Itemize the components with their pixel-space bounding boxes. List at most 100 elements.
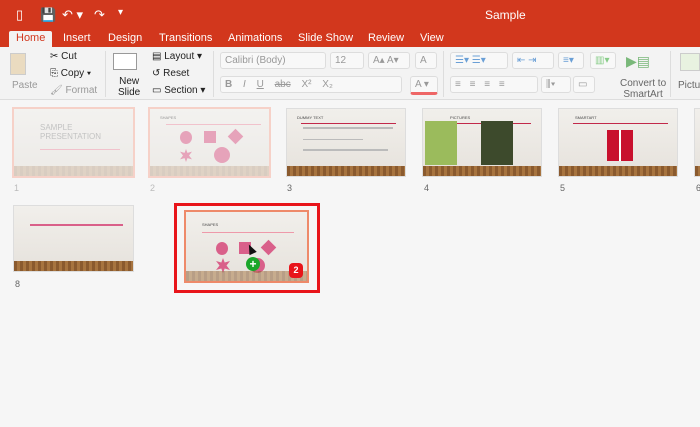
save-icon[interactable]: 💾 bbox=[40, 7, 56, 23]
floor bbox=[559, 166, 677, 176]
tab-view[interactable]: View bbox=[420, 32, 444, 44]
tab-home[interactable]: Home bbox=[9, 31, 53, 47]
reset-label: Reset bbox=[163, 68, 190, 79]
font-grow-shrink[interactable]: A▴ A▾ bbox=[368, 52, 410, 69]
cut-button[interactable]: ✂ Cut bbox=[50, 51, 77, 62]
convert-smartart-button[interactable]: Convert to SmartArt bbox=[620, 78, 666, 100]
ribbon-tabs: Home Insert Design Transitions Animation… bbox=[0, 30, 700, 47]
tab-design[interactable]: Design bbox=[108, 32, 142, 44]
alignment-group[interactable]: ≡ ≡ ≡ ≡ bbox=[450, 76, 538, 93]
smartart-graphic bbox=[607, 130, 633, 161]
slide-title: PICTURES bbox=[450, 115, 471, 120]
body-text bbox=[303, 127, 393, 129]
floor bbox=[287, 166, 405, 176]
columns-button[interactable]: ▥▾ bbox=[590, 52, 616, 69]
superscript-button[interactable]: X² bbox=[302, 79, 312, 90]
bold-button[interactable]: B bbox=[225, 79, 232, 90]
square-shape bbox=[204, 131, 216, 143]
font-style-group[interactable]: B I U abc X² X₂ bbox=[220, 76, 402, 93]
font-color-button[interactable]: A ▾ bbox=[410, 76, 438, 95]
picture-icon bbox=[680, 53, 700, 71]
slide-title: SHAPES bbox=[160, 115, 177, 120]
title-underline bbox=[573, 123, 668, 124]
tab-transitions[interactable]: Transitions bbox=[159, 32, 212, 44]
floor bbox=[14, 166, 133, 176]
copy-label: Copy bbox=[60, 68, 85, 79]
tab-slide-show[interactable]: Slide Show bbox=[298, 32, 353, 44]
cut-label: Cut bbox=[61, 51, 77, 62]
undo-icon[interactable]: ↶ ▾ bbox=[62, 7, 83, 23]
tab-insert[interactable]: Insert bbox=[63, 32, 91, 44]
slide-thumbnail-3[interactable]: DUMMY TEXT bbox=[286, 108, 406, 177]
slide-title: SHAPES bbox=[202, 222, 219, 227]
slide-thumbnail-2[interactable]: SHAPES bbox=[148, 107, 271, 178]
layout-button[interactable]: ▤ Layout ▾ bbox=[152, 51, 202, 62]
new-slide-icon bbox=[113, 53, 137, 70]
reset-button[interactable]: ↺ Reset bbox=[152, 68, 189, 79]
align-text-button[interactable]: ▭ bbox=[573, 76, 595, 93]
title-underline bbox=[202, 232, 294, 233]
convert-label-2: SmartArt bbox=[623, 89, 663, 100]
picture-button[interactable]: Picture bbox=[678, 80, 700, 91]
smartart-icon: ▶▤ bbox=[626, 53, 650, 69]
body-text bbox=[303, 149, 388, 151]
new-slide-button[interactable]: New Slide bbox=[118, 76, 140, 98]
title-underline bbox=[301, 123, 396, 124]
bullets-numbering[interactable]: ☰▾ ☰▾ bbox=[450, 52, 508, 69]
indent-buttons[interactable]: ⇤ ⇥ bbox=[512, 52, 554, 69]
document-title: Sample bbox=[485, 8, 526, 22]
slide-number: 5 bbox=[560, 183, 566, 193]
format-painter-button[interactable]: 🖌 Format bbox=[50, 85, 97, 96]
slide-number: 2 bbox=[150, 183, 156, 193]
divider bbox=[213, 51, 214, 97]
copy-plus-icon: + bbox=[246, 257, 260, 271]
floor bbox=[150, 166, 269, 176]
floor bbox=[423, 166, 541, 176]
slide-thumbnail-6[interactable] bbox=[694, 108, 700, 177]
body-text bbox=[303, 139, 363, 140]
tab-review[interactable]: Review bbox=[368, 32, 404, 44]
starburst-shape bbox=[180, 149, 192, 162]
divider bbox=[670, 51, 671, 97]
picture-image bbox=[425, 121, 457, 165]
font-name-select[interactable]: Calibri (Body) bbox=[220, 52, 326, 69]
tab-animations[interactable]: Animations bbox=[228, 32, 282, 44]
floor bbox=[14, 261, 133, 271]
section-label: Section bbox=[164, 85, 198, 96]
diamond-shape bbox=[227, 128, 244, 145]
new-slide-label-2: Slide bbox=[118, 87, 141, 98]
title-bar: ▯ 💾 ↶ ▾ ↷ ▾ Sample bbox=[0, 0, 700, 30]
new-slide-label: New bbox=[119, 76, 140, 87]
line-spacing-button[interactable]: ≡▾ bbox=[558, 52, 584, 69]
italic-button[interactable]: I bbox=[243, 79, 246, 90]
title-underline bbox=[40, 149, 120, 150]
redo-icon[interactable]: ↷ bbox=[94, 7, 105, 23]
customize-icon[interactable]: ▾ bbox=[118, 7, 123, 18]
text-direction-button[interactable]: ⫼▾ bbox=[541, 76, 571, 93]
clear-formatting-icon[interactable]: A bbox=[415, 52, 437, 69]
circle-shape bbox=[180, 131, 192, 144]
strikethrough-button[interactable]: abc bbox=[275, 79, 291, 90]
underline-button[interactable]: U bbox=[257, 79, 264, 90]
slide-thumbnail-5[interactable]: SMARTART bbox=[558, 108, 678, 177]
layout-label: Layout bbox=[164, 51, 195, 62]
paste-button[interactable]: Paste bbox=[12, 80, 38, 91]
slide-thumbnail-4[interactable]: PICTURES bbox=[422, 108, 542, 177]
section-button[interactable]: ▭ Section ▾ bbox=[152, 85, 205, 96]
title-underline bbox=[166, 124, 261, 125]
slide-thumbnail-1[interactable]: SAMPLE PRESENTATION bbox=[12, 107, 135, 178]
subscript-button[interactable]: X₂ bbox=[322, 79, 333, 90]
sidebar-toggle-icon[interactable]: ▯ bbox=[16, 7, 23, 23]
divider bbox=[105, 51, 106, 97]
circle-shape bbox=[216, 242, 228, 255]
slide-number: 4 bbox=[424, 183, 430, 193]
slide-thumbnail-8[interactable] bbox=[13, 205, 134, 272]
font-size-select[interactable]: 12 bbox=[330, 52, 364, 69]
format-label: Format bbox=[65, 85, 98, 96]
floor bbox=[695, 166, 700, 176]
slide-title: SAMPLE PRESENTATION bbox=[40, 123, 102, 141]
title-underline bbox=[30, 224, 123, 226]
copy-button[interactable]: ⎘ Copy ▾ bbox=[50, 68, 91, 79]
drag-count-badge: 2 bbox=[289, 263, 303, 278]
slide-title: SMARTART bbox=[575, 115, 597, 120]
